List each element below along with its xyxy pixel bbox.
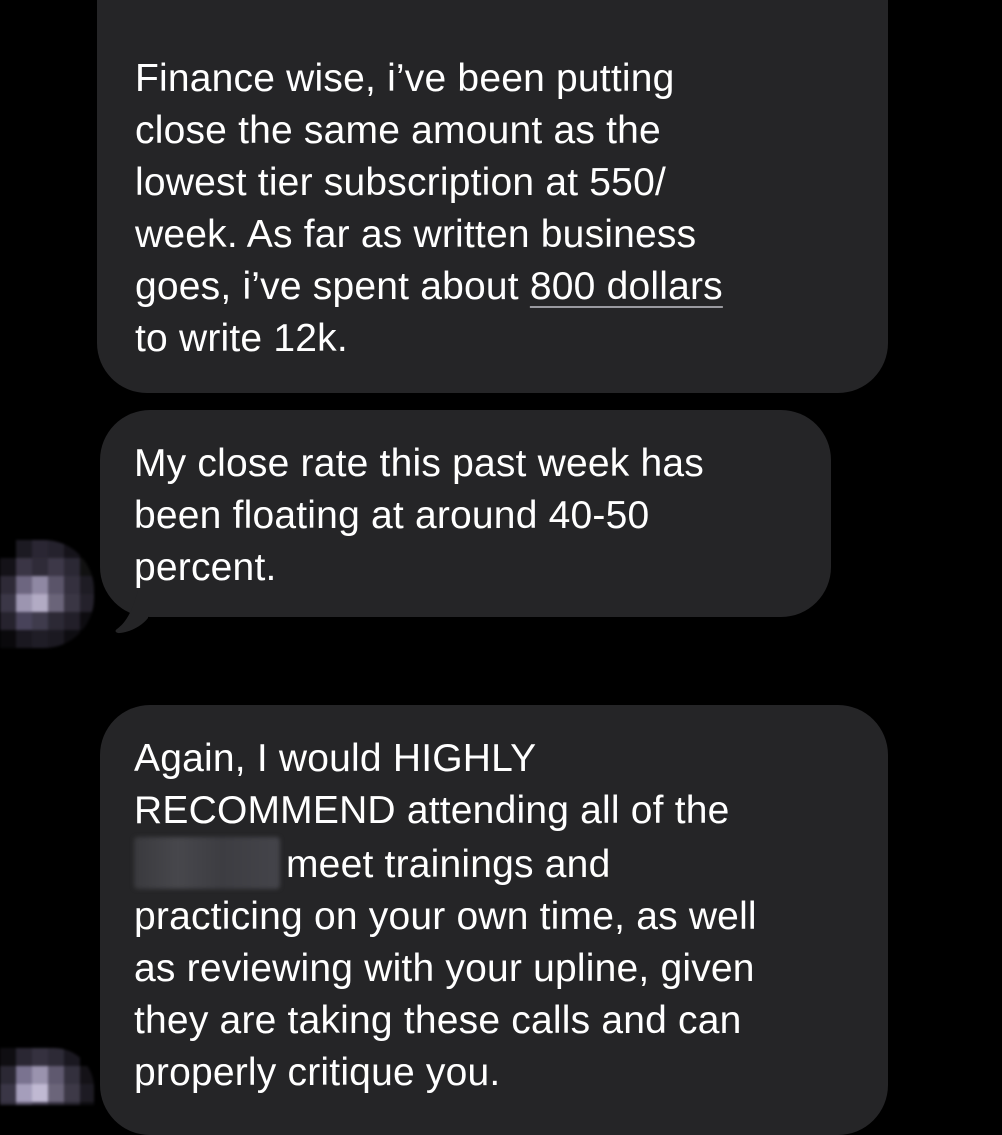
message-line: they are taking these calls and can (134, 999, 742, 1042)
message-line: meet trainings and (134, 837, 858, 891)
message-text: goes, i’ve spent about (135, 265, 530, 308)
sender-avatar[interactable] (0, 540, 94, 648)
pixelated-avatar-image (0, 540, 94, 648)
message-bubble[interactable]: My close rate this past week has been fl… (100, 410, 831, 617)
message-line: practicing on your own time, as well (134, 895, 757, 938)
message-bubble[interactable]: Again, I would HIGHLY RECOMMEND attendin… (100, 705, 888, 1135)
message-line: week. As far as written business (135, 213, 697, 256)
detected-amount-link[interactable]: 800 dollars (530, 265, 723, 308)
message-line: goes, i’ve spent about 800 dollars (135, 261, 848, 313)
message-line: close the same amount as the (135, 109, 661, 152)
message-line: been floating at around 40-50 (134, 494, 650, 537)
message-bubble[interactable]: Finance wise, i’ve been putting close th… (97, 0, 888, 393)
message-line: properly critique you. (134, 1051, 501, 1094)
sender-avatar[interactable] (0, 1048, 94, 1105)
message-line: percent. (134, 546, 277, 589)
message-line: Finance wise, i’ve been putting (135, 57, 675, 100)
bubble-tail (115, 590, 148, 634)
pixelated-avatar-image (0, 1048, 94, 1105)
message-text: meet trainings and (286, 843, 611, 886)
message-thread: Finance wise, i’ve been putting close th… (0, 0, 1002, 1135)
message-line: Again, I would HIGHLY (134, 737, 537, 780)
message-line: as reviewing with your upline, given (134, 947, 755, 990)
message-line: lowest tier subscription at 550/ (135, 161, 666, 204)
redacted-text (134, 837, 280, 889)
message-line: RECOMMEND attending all of the (134, 789, 730, 832)
message-line: My close rate this past week has (134, 442, 704, 485)
message-line: to write 12k. (135, 317, 348, 360)
